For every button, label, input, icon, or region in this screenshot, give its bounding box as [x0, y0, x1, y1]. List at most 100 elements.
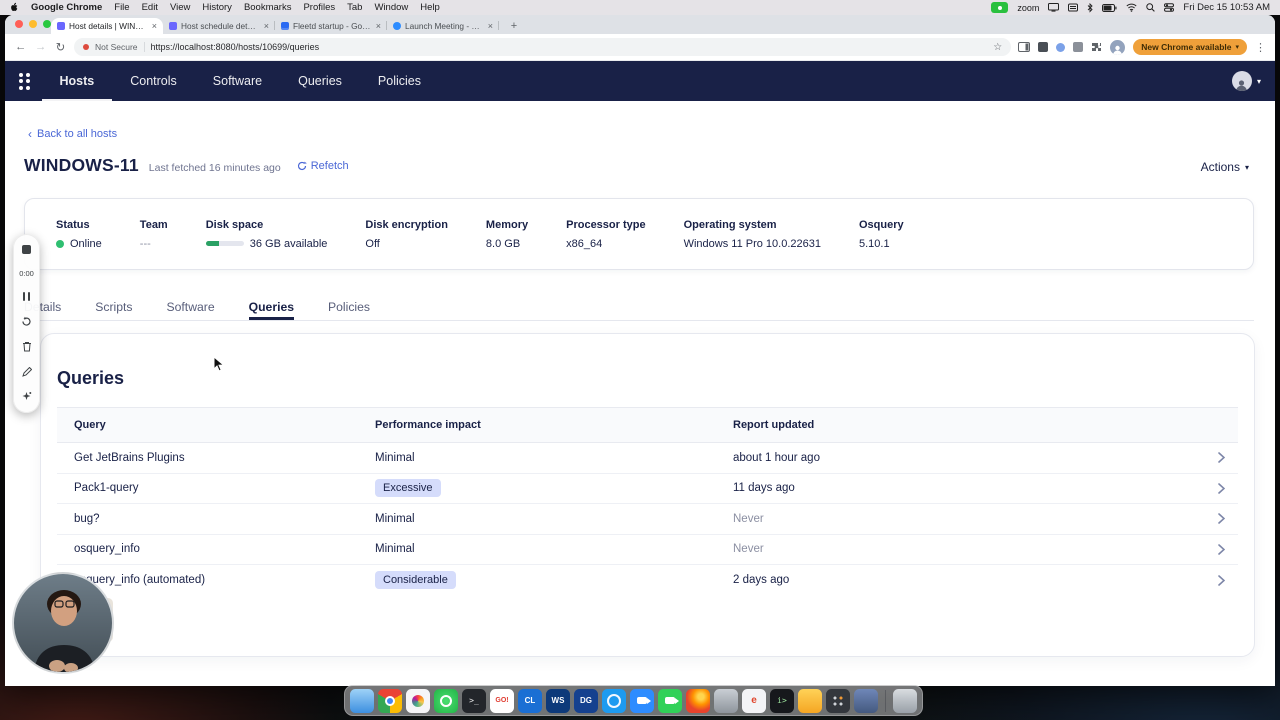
menubar-app-name[interactable]: Google Chrome: [31, 2, 102, 13]
new-tab-button[interactable]: +: [506, 18, 522, 34]
dock-go-app-icon[interactable]: GO!: [490, 688, 514, 713]
display-icon[interactable]: [1048, 3, 1060, 12]
chrome-menu-icon[interactable]: ⋮: [1255, 41, 1266, 54]
table-row[interactable]: Pack1-query Excessive 11 days ago: [57, 474, 1238, 504]
close-tab-icon[interactable]: ×: [376, 21, 381, 31]
browser-tab-host-details[interactable]: Host details | WINDOWS-11 ×: [51, 18, 163, 34]
dock-safari-icon[interactable]: [602, 688, 626, 713]
address-bar[interactable]: Not Secure https://localhost:8080/hosts/…: [74, 38, 1012, 56]
dock-settings-icon[interactable]: [714, 688, 738, 713]
table-row[interactable]: osquery_info (automated) Considerable 2 …: [57, 565, 1238, 596]
back-button[interactable]: ←: [14, 41, 27, 53]
control-center-icon[interactable]: [1164, 3, 1175, 12]
dock-chrome-icon[interactable]: [378, 688, 402, 713]
close-tab-icon[interactable]: ×: [264, 21, 269, 31]
menu-file[interactable]: File: [114, 2, 129, 13]
dock-iterm-icon[interactable]: i>: [770, 688, 794, 713]
nav-queries[interactable]: Queries: [280, 61, 360, 101]
dock-cl-app-icon[interactable]: CL: [518, 688, 542, 713]
reload-button[interactable]: ↻: [54, 40, 67, 54]
side-panel-icon[interactable]: [1018, 42, 1031, 52]
menu-view[interactable]: View: [170, 2, 190, 13]
browser-tab-google-docs[interactable]: Fleetd startup - Google Docs ×: [275, 18, 387, 34]
webcam-bubble[interactable]: [12, 572, 114, 674]
dock-facetime-icon[interactable]: [658, 688, 682, 713]
dock-dg-app-icon[interactable]: DG: [574, 688, 598, 713]
tab-policies[interactable]: Policies: [328, 293, 370, 320]
chrome-update-button[interactable]: New Chrome available ▾: [1133, 39, 1247, 55]
dock-photos-icon[interactable]: [406, 688, 430, 713]
tab-queries[interactable]: Queries: [249, 293, 294, 320]
dock-calculator-icon[interactable]: [826, 688, 850, 713]
restart-recording-icon[interactable]: [21, 316, 32, 327]
wifi-icon[interactable]: [1126, 3, 1137, 12]
forward-button[interactable]: →: [34, 41, 47, 53]
back-to-hosts-link[interactable]: ‹ Back to all hosts: [28, 128, 117, 140]
extension-icon[interactable]: [1038, 42, 1049, 52]
dock-ws-app-icon[interactable]: WS: [546, 688, 570, 713]
menu-bookmarks[interactable]: Bookmarks: [244, 2, 292, 13]
table-row[interactable]: Get JetBrains Plugins Minimal about 1 ho…: [57, 443, 1238, 474]
menu-history[interactable]: History: [202, 2, 232, 13]
user-menu-caret-icon[interactable]: ▾: [1257, 77, 1261, 86]
minimize-window-button[interactable]: [29, 20, 37, 28]
pause-recording-icon[interactable]: [22, 292, 31, 301]
keyboard-brightness-icon[interactable]: [1068, 3, 1079, 12]
tab-scripts[interactable]: Scripts: [95, 293, 132, 320]
browser-tab-zoom[interactable]: Launch Meeting - Zoom ×: [387, 18, 499, 34]
draw-tool-icon[interactable]: [21, 366, 32, 377]
recording-status-icon[interactable]: [991, 2, 1009, 13]
delete-recording-icon[interactable]: [22, 341, 32, 352]
extension-icon[interactable]: [1073, 42, 1084, 52]
nav-policies[interactable]: Policies: [360, 61, 439, 101]
apple-menu-icon[interactable]: [10, 2, 19, 13]
close-window-button[interactable]: [15, 20, 23, 28]
dock-app-icon[interactable]: [854, 688, 878, 713]
zoom-window-button[interactable]: [43, 20, 51, 28]
row-chevron-icon[interactable]: [1217, 482, 1225, 494]
effects-tool-icon[interactable]: [21, 391, 32, 402]
user-avatar[interactable]: [1231, 71, 1252, 91]
column-query[interactable]: Query: [57, 419, 358, 431]
dock-finder-icon[interactable]: [350, 688, 374, 713]
url-text[interactable]: https://localhost:8080/hosts/10699/queri…: [151, 42, 988, 52]
spotlight-search-icon[interactable]: [1146, 3, 1156, 12]
stop-recording-icon[interactable]: [22, 245, 31, 254]
table-row[interactable]: osquery_info Minimal Never: [57, 535, 1238, 565]
dock-firefox-icon[interactable]: [686, 688, 710, 713]
zoom-menubar-item[interactable]: zoom: [1017, 3, 1039, 13]
table-row[interactable]: bug? Minimal Never: [57, 504, 1238, 535]
row-chevron-icon[interactable]: [1217, 513, 1225, 525]
dock-zoom-icon[interactable]: [630, 688, 654, 713]
row-chevron-icon[interactable]: [1217, 452, 1225, 464]
tab-software[interactable]: Software: [167, 293, 215, 320]
menu-edit[interactable]: Edit: [142, 2, 158, 13]
extensions-puzzle-icon[interactable]: [1091, 42, 1102, 53]
menu-profiles[interactable]: Profiles: [303, 2, 335, 13]
menu-window[interactable]: Window: [374, 2, 408, 13]
row-chevron-icon[interactable]: [1217, 574, 1225, 586]
close-tab-icon[interactable]: ×: [488, 21, 493, 31]
dock-terminal-icon[interactable]: >_: [462, 688, 486, 713]
fleet-logo-icon[interactable]: [19, 72, 30, 90]
menu-tab[interactable]: Tab: [347, 2, 362, 13]
dock-whatsapp-icon[interactable]: [434, 688, 458, 713]
actions-dropdown[interactable]: Actions ▾: [1201, 160, 1249, 174]
dock-e-app-icon[interactable]: e: [742, 688, 766, 713]
extension-icon[interactable]: [1056, 42, 1066, 52]
dock-trash-icon[interactable]: [893, 688, 917, 713]
close-tab-icon[interactable]: ×: [152, 21, 157, 31]
column-report-updated[interactable]: Report updated: [716, 419, 1204, 431]
row-chevron-icon[interactable]: [1217, 543, 1225, 555]
battery-icon[interactable]: [1102, 3, 1117, 12]
bluetooth-icon[interactable]: [1087, 2, 1094, 13]
dock-notes-icon[interactable]: [798, 688, 822, 713]
nav-software[interactable]: Software: [195, 61, 280, 101]
menubar-clock[interactable]: Fri Dec 15 10:53 AM: [1183, 2, 1270, 13]
menu-help[interactable]: Help: [420, 2, 440, 13]
security-label[interactable]: Not Secure: [95, 42, 138, 52]
browser-tab-schedule-details[interactable]: Host schedule details | Vict ×: [163, 18, 275, 34]
refetch-button[interactable]: Refetch: [297, 160, 349, 172]
profile-avatar[interactable]: [1110, 39, 1126, 55]
nav-controls[interactable]: Controls: [112, 61, 195, 101]
